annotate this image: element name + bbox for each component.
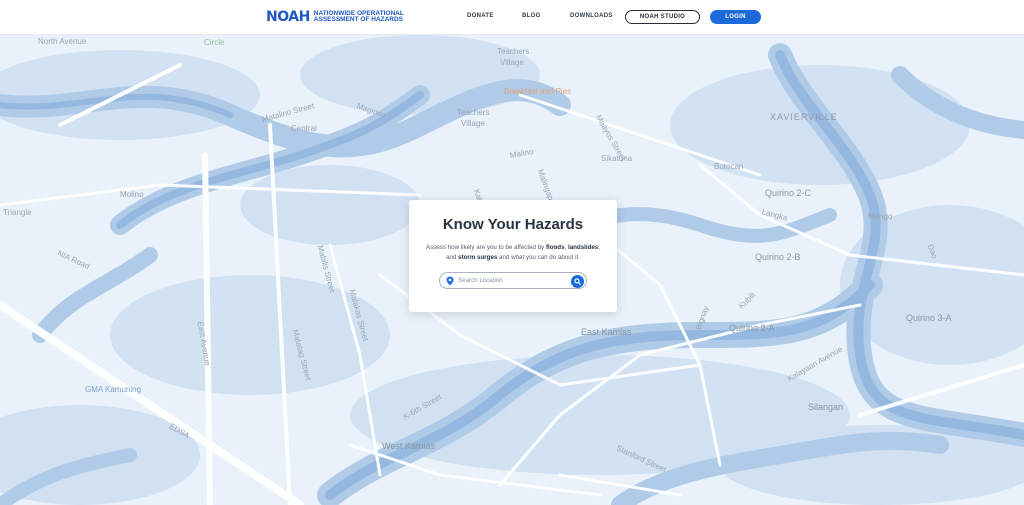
map-label-xavierville: XAVIERVILLE (770, 112, 838, 122)
search-icon (574, 277, 581, 285)
map-label-central: Central (291, 124, 317, 133)
map-label-breakfast: Breakfast and Pies (504, 87, 572, 96)
location-search-box[interactable] (439, 272, 587, 289)
search-location-input[interactable] (458, 274, 568, 287)
map-pin-icon (446, 276, 454, 286)
map-label-north-avenue: North Avenue (38, 37, 87, 46)
map-label-quirino-3a: Quirino 3-A (906, 313, 952, 323)
nav-blog-link[interactable]: BLOG (522, 13, 541, 19)
map-label-molino: Molino (120, 190, 144, 199)
logo-mark: NOAH (266, 9, 310, 25)
search-button[interactable] (571, 274, 584, 288)
map-label-botocan: Botocan (714, 162, 744, 171)
login-button[interactable]: LOGIN (710, 10, 761, 24)
map-label-teachers-village-1: Teachers (497, 47, 530, 56)
map-label-quirino-2a: Quirino 2-A (729, 323, 775, 333)
map-label-west-kamias: West Kamias (382, 441, 435, 451)
card-title: Know Your Hazards (442, 216, 584, 233)
map-label-quirino-2b: Quirino 2-B (755, 252, 801, 262)
map-label-silangan: Silangan (808, 402, 844, 412)
map-label-east-kamias: East Kamias (581, 327, 632, 337)
know-your-hazards-card: Know Your Hazards Assess how likely are … (409, 200, 617, 312)
desc-part-2: , (598, 244, 600, 251)
map-label-teachers-village-2b: Village (461, 119, 485, 128)
desc-landslides: landslides (567, 244, 599, 251)
desc-part-1: Assess how likely are you to be affected… (426, 244, 546, 251)
card-description: Assess how likely are you to be affected… (421, 243, 605, 263)
map-label-teachers-village-1b: Village (500, 58, 524, 67)
map-label-gma-kamuning: GMA Kamuning (85, 385, 142, 394)
logo-line-2: Assessment of Hazards (313, 16, 403, 23)
nav-downloads-link[interactable]: DOWNLOADS (570, 13, 613, 19)
top-navbar: NOAH Nationwide Operational Assessment o… (0, 0, 1024, 35)
logo-text: Nationwide Operational Assessment of Haz… (313, 10, 404, 24)
map-label-triangle: Triangle (3, 208, 32, 217)
nav-donate-link[interactable]: DONATE (467, 13, 494, 19)
desc-part-3: and what you can do about it. (497, 254, 580, 261)
noah-logo[interactable]: NOAH Nationwide Operational Assessment o… (266, 9, 404, 25)
noah-studio-button[interactable]: NOAH STUDIO (625, 10, 700, 24)
map-label-mango: Mango (868, 212, 893, 221)
desc-and: and (446, 254, 459, 261)
map-label-teachers-village-2: Teachers (457, 108, 490, 117)
desc-floods: floods (545, 244, 565, 251)
map-label-circle: Circle (204, 38, 225, 47)
desc-storm-surges: storm surges (458, 254, 498, 261)
map-label-quirino-2c: Quirino 2-C (765, 188, 812, 198)
